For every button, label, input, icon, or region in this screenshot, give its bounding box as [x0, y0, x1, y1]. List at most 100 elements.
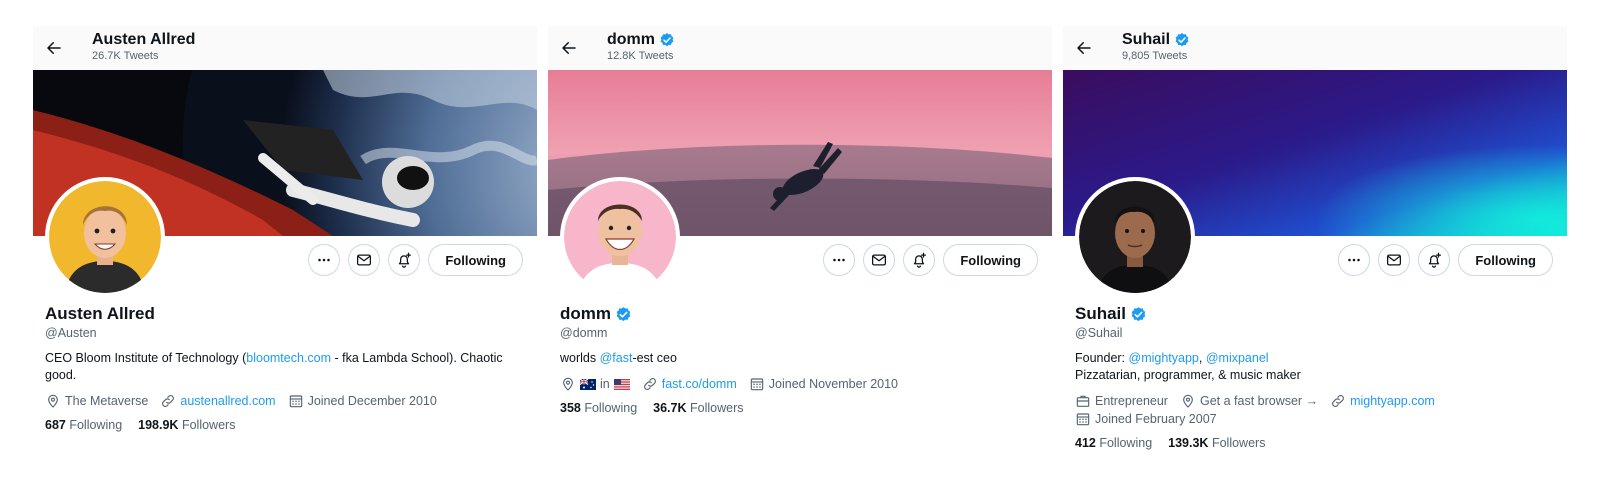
- following-count: 412: [1075, 436, 1096, 450]
- followers-stat[interactable]: 198.9K Followers: [138, 418, 235, 432]
- join-date-text: Joined February 2007: [1095, 412, 1217, 426]
- bio-mention-link[interactable]: @mightyapp: [1129, 351, 1199, 365]
- following-stat[interactable]: 358 Following: [560, 401, 637, 415]
- header-display-name: Austen Allred: [92, 31, 196, 48]
- join-date-text: Joined December 2010: [307, 394, 437, 408]
- profile-bio: CEO Bloom Institute of Technology (bloom…: [45, 350, 525, 384]
- location-text: The Metaverse: [65, 394, 149, 408]
- profile-actions: Following: [823, 244, 1038, 276]
- bio-mention-link[interactable]: @mixpanel: [1206, 351, 1269, 365]
- follow-stats: 687 Following 198.9K Followers: [45, 418, 525, 432]
- header-display-name: domm: [607, 31, 655, 48]
- profile-bio: worlds @fast-est ceo: [560, 350, 1040, 367]
- location-pin-icon: [560, 376, 576, 392]
- calendar-icon: [1075, 411, 1091, 427]
- back-arrow-icon[interactable]: [558, 37, 580, 59]
- bell-plus-icon: [395, 251, 413, 269]
- bio-text: CEO Bloom Institute of Technology (: [45, 351, 247, 365]
- tweet-count: 9,805 Tweets: [1122, 50, 1188, 62]
- location-pin-icon: [1180, 393, 1196, 409]
- join-date: Joined February 2007: [1075, 410, 1217, 428]
- follow-stats: 358 Following 36.7K Followers: [560, 401, 1040, 415]
- following-stat[interactable]: 687 Following: [45, 418, 122, 432]
- followers-label: Followers: [690, 401, 744, 415]
- profile-avatar[interactable]: [45, 177, 165, 297]
- profile-avatar[interactable]: [1075, 177, 1195, 297]
- more-button[interactable]: [1338, 244, 1371, 276]
- user-handle: @Suhail: [1075, 326, 1123, 340]
- display-name: domm: [560, 304, 611, 323]
- bio-text: Pizzatarian, programmer, & music maker: [1075, 368, 1301, 382]
- verified-badge-icon: [1174, 32, 1190, 48]
- tweet-count: 12.8K Tweets: [607, 50, 674, 62]
- back-arrow-icon[interactable]: [1073, 37, 1095, 59]
- profile-card-suhail: Suhail 9,805 Tweets Following Suhail @Su…: [1063, 26, 1567, 466]
- user-handle: @Austen: [45, 326, 97, 340]
- back-arrow-icon[interactable]: [43, 37, 65, 59]
- calendar-icon: [288, 393, 304, 409]
- follow-stats: 412 Following 139.3K Followers: [1075, 436, 1555, 450]
- profile-actions: Following: [308, 244, 523, 276]
- followers-stat[interactable]: 139.3K Followers: [1168, 436, 1265, 450]
- followers-count: 198.9K: [138, 418, 179, 432]
- following-count: 687: [45, 418, 66, 432]
- website-link[interactable]: mightyapp.com: [1350, 392, 1435, 410]
- bio-link[interactable]: bloomtech.com: [246, 351, 331, 365]
- notifications-button[interactable]: [388, 244, 421, 276]
- following-stat[interactable]: 412 Following: [1075, 436, 1152, 450]
- more-dots-icon: [830, 251, 848, 269]
- following-button[interactable]: Following: [428, 244, 523, 276]
- followers-stat[interactable]: 36.7K Followers: [653, 401, 743, 415]
- website: mightyapp.com: [1330, 392, 1435, 410]
- link-icon: [1330, 393, 1346, 409]
- following-button[interactable]: Following: [1458, 244, 1553, 276]
- location: Get a fast browser →: [1180, 392, 1318, 410]
- location: The Metaverse: [45, 392, 148, 410]
- mail-icon: [870, 251, 888, 269]
- australia-flag-icon: [580, 378, 596, 390]
- usa-flag-icon: [613, 378, 630, 390]
- display-name: Austen Allred: [45, 304, 155, 323]
- notifications-button[interactable]: [903, 244, 936, 276]
- calendar-icon: [749, 376, 765, 392]
- website-link[interactable]: fast.co/domm: [662, 375, 737, 393]
- more-dots-icon: [1345, 251, 1363, 269]
- link-icon: [160, 393, 176, 409]
- message-button[interactable]: [1378, 244, 1411, 276]
- mail-icon: [355, 251, 373, 269]
- following-label: Following: [69, 418, 123, 432]
- category-text: Entrepreneur: [1095, 394, 1168, 408]
- bio-text: Founder:: [1075, 351, 1129, 365]
- join-date: Joined November 2010: [749, 375, 898, 393]
- bio-mention-link[interactable]: @fast: [600, 351, 633, 365]
- more-button[interactable]: [823, 244, 856, 276]
- location-pin-icon: [45, 393, 61, 409]
- profile-avatar[interactable]: [560, 177, 680, 297]
- following-count: 358: [560, 401, 581, 415]
- profile-bio: Founder: @mightyapp, @mixpanel Pizzatari…: [1075, 350, 1555, 384]
- website-link[interactable]: austenallred.com: [180, 392, 275, 410]
- join-date-text: Joined November 2010: [768, 377, 899, 391]
- message-button[interactable]: [863, 244, 896, 276]
- message-button[interactable]: [348, 244, 381, 276]
- profile-header-bar: Suhail 9,805 Tweets: [1063, 26, 1567, 70]
- category: Entrepreneur: [1075, 392, 1168, 410]
- following-label: Following: [1099, 436, 1153, 450]
- followers-label: Followers: [181, 418, 236, 432]
- mail-icon: [1385, 251, 1403, 269]
- more-button[interactable]: [308, 244, 341, 276]
- location-text: Get a fast browser →: [1199, 394, 1319, 408]
- notifications-button[interactable]: [1418, 244, 1451, 276]
- profile-meta: in fast.co/domm Joined November 2010: [560, 375, 1040, 393]
- tweet-count: 26.7K Tweets: [92, 50, 159, 62]
- user-handle: @domm: [560, 326, 608, 340]
- header-display-name: Suhail: [1122, 31, 1171, 48]
- bio-text: worlds: [560, 351, 600, 365]
- followers-count: 139.3K: [1168, 436, 1209, 450]
- profile-header-bar: Austen Allred 26.7K Tweets: [33, 26, 537, 70]
- profile-card-domm: domm 12.8K Tweets Following domm @domm w…: [548, 26, 1052, 466]
- profile-meta: The Metaverse austenallred.com Joined De…: [45, 392, 525, 410]
- profile-meta: Entrepreneur Get a fast browser → mighty…: [1075, 392, 1555, 428]
- location: in: [560, 375, 630, 393]
- following-button[interactable]: Following: [943, 244, 1038, 276]
